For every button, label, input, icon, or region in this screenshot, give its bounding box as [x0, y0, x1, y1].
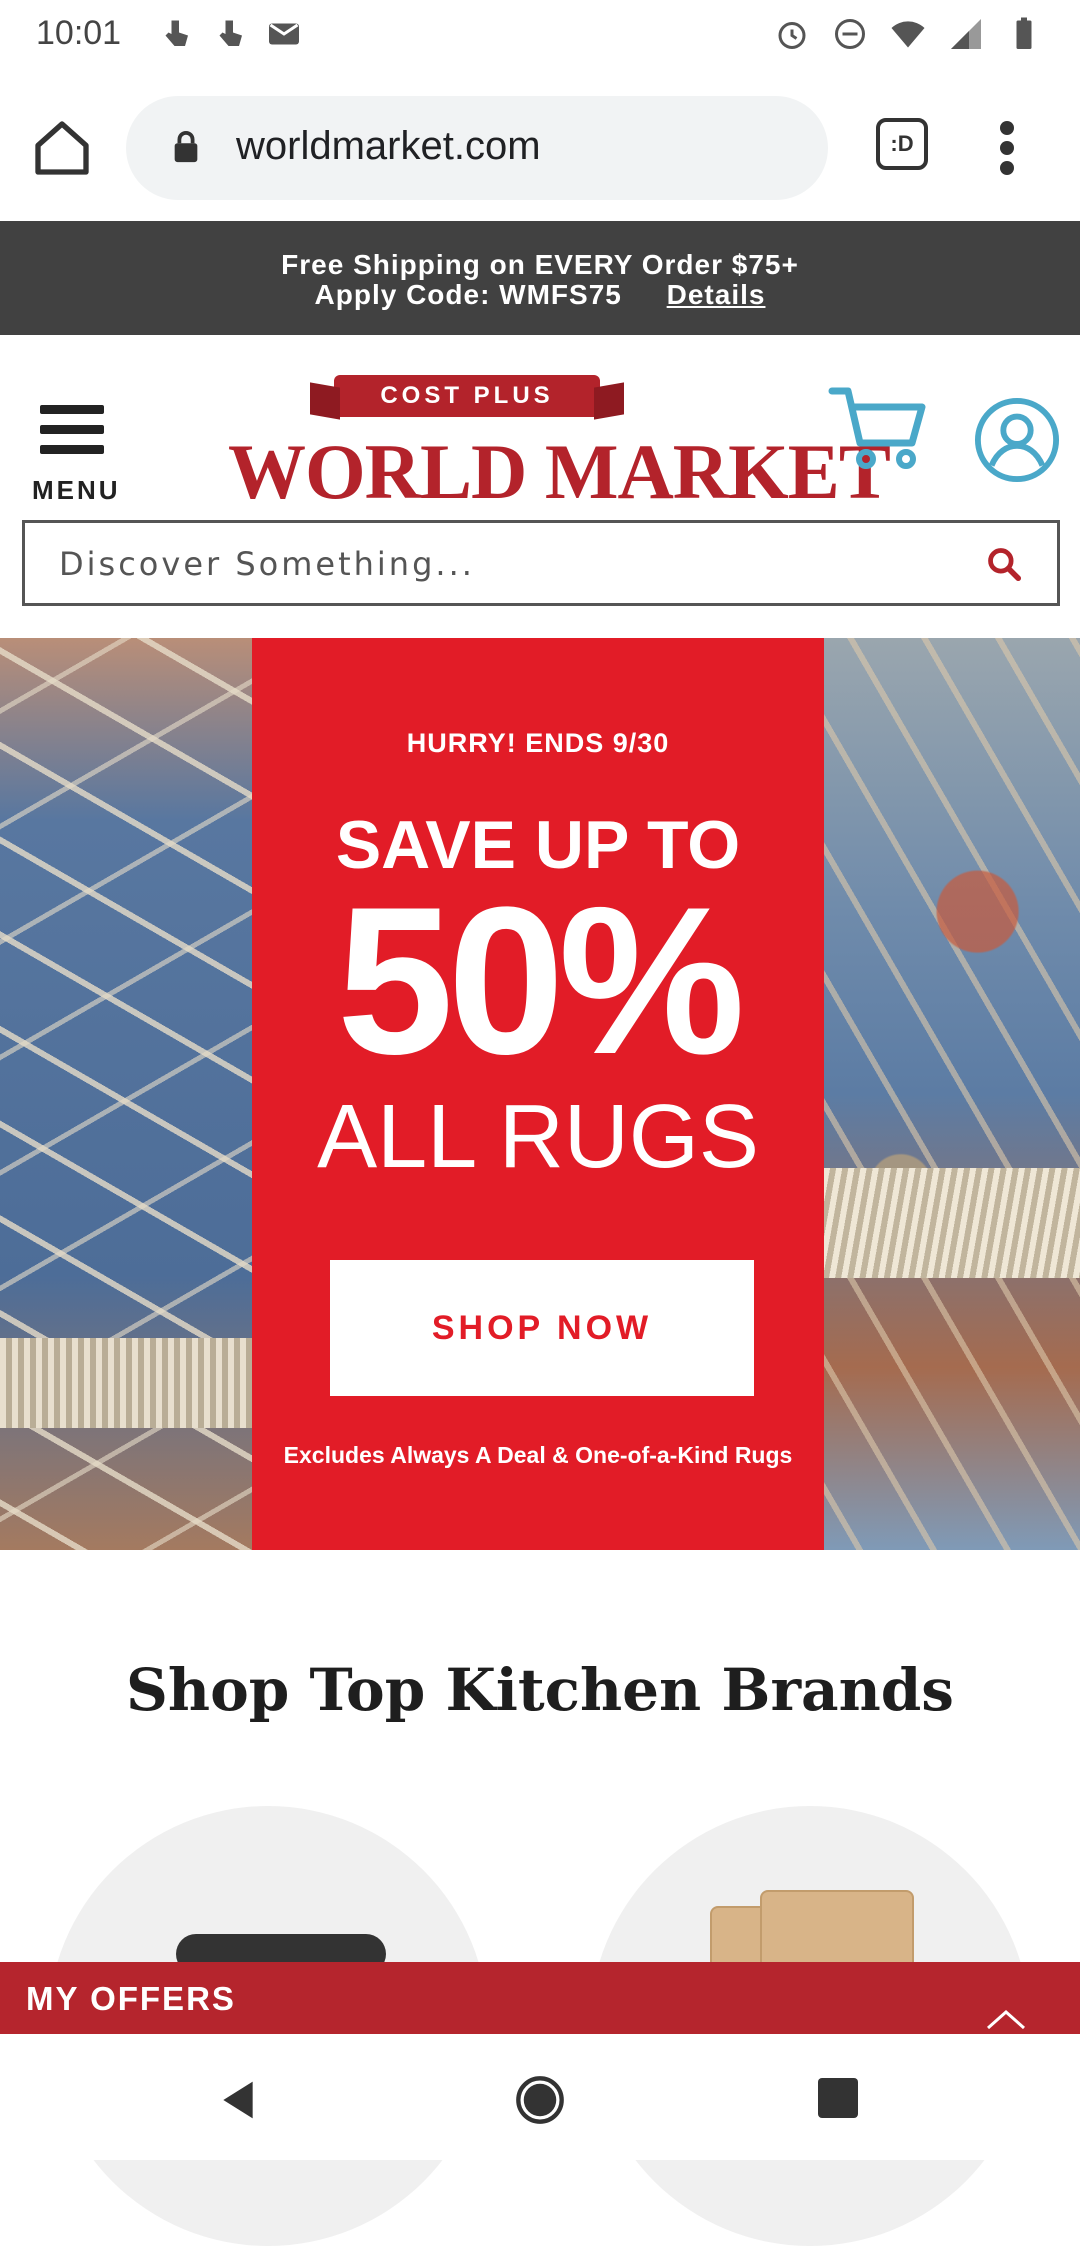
browser-toolbar: worldmarket.com :D — [0, 76, 1080, 221]
touch-gesture-icon — [219, 20, 242, 46]
tab-switcher-button[interactable]: :D — [876, 118, 928, 170]
account-icon[interactable] — [974, 397, 1060, 483]
search-icon[interactable] — [985, 545, 1023, 583]
search-input[interactable] — [25, 523, 1021, 605]
home-icon[interactable] — [30, 116, 94, 180]
site-header: MENU COST PLUS WORLD MARKET — [0, 335, 1080, 515]
mail-icon — [269, 23, 299, 45]
system-nav-bar — [0, 2034, 1080, 2160]
system-icons — [774, 16, 1042, 52]
my-offers-label: MY OFFERS — [26, 1980, 236, 2017]
shop-now-button[interactable]: SHOP NOW — [330, 1260, 754, 1396]
hero-banner[interactable]: HURRY! ENDS 9/30 SAVE UP TO 50% ALL RUGS… — [0, 638, 1080, 1550]
status-time: 10:01 — [36, 14, 122, 52]
my-offers-bar[interactable]: MY OFFERS — [0, 1962, 1080, 2034]
rug-fringe-right — [824, 1168, 1080, 1278]
details-link[interactable]: Details — [667, 279, 766, 310]
hamburger-icon — [30, 405, 114, 454]
hero-deadline: HURRY! ENDS 9/30 — [406, 728, 670, 758]
rug-image-right — [824, 638, 1080, 1550]
cart-icon[interactable] — [828, 383, 928, 473]
hero-subject: ALL RUGS — [317, 1087, 759, 1187]
lock-icon — [174, 130, 198, 163]
alarm-icon — [778, 22, 806, 49]
recent-apps-icon[interactable] — [818, 2078, 858, 2118]
logo-ribbon: COST PLUS — [334, 375, 600, 417]
section-title: Shop Top Kitchen Brands — [126, 1656, 954, 1724]
hero-promo-panel: HURRY! ENDS 9/30 SAVE UP TO 50% ALL RUGS… — [252, 638, 824, 1550]
battery-icon — [1016, 17, 1032, 49]
wifi-icon — [891, 21, 925, 48]
promo-code-line: Apply Code: WMFS75 Details — [0, 279, 1080, 311]
touch-gesture-icon — [165, 20, 188, 46]
chevron-up-icon[interactable] — [986, 2008, 1026, 2030]
logo-wordmark: WORLD MARKET — [228, 428, 891, 515]
promo-shipping-text: Free Shipping on EVERY Order $75+ — [281, 249, 799, 280]
hero-disclaimer: Excludes Always A Deal & One-of-a-Kind R… — [283, 1442, 793, 1468]
notification-icons — [158, 16, 302, 52]
menu-label: MENU — [32, 475, 121, 505]
promo-banner: Free Shipping on EVERY Order $75+ Apply … — [0, 221, 1080, 335]
hero-percent: 50% — [336, 863, 745, 1098]
more-options-icon[interactable] — [992, 118, 1022, 178]
search-bar — [22, 520, 1060, 606]
site-logo[interactable]: COST PLUS WORLD MARKET — [224, 367, 891, 515]
home-nav-icon[interactable] — [514, 2074, 566, 2126]
menu-button[interactable]: MENU — [30, 405, 118, 505]
rug-fringe-left — [0, 1338, 252, 1428]
url-text: worldmarket.com — [236, 124, 541, 168]
status-bar: 10:01 — [0, 0, 1080, 76]
do-not-disturb-icon — [835, 19, 865, 49]
back-icon[interactable] — [216, 2078, 260, 2122]
signal-icon — [951, 19, 981, 49]
address-bar[interactable]: worldmarket.com — [126, 96, 828, 200]
promo-code-text: Apply Code: WMFS75 — [314, 279, 622, 310]
